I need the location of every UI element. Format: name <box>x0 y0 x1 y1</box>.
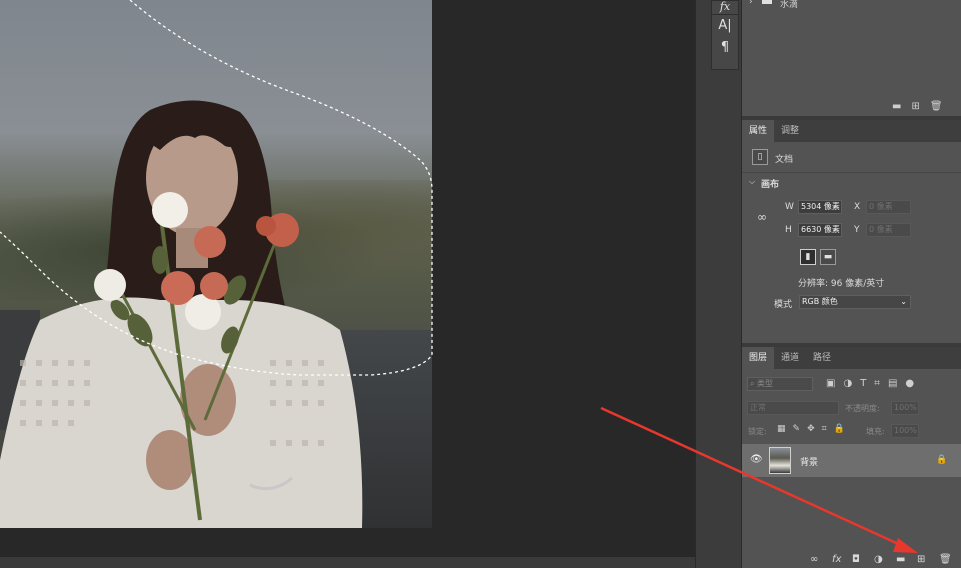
y-field[interactable]: 0 像素 <box>866 223 911 237</box>
lock-artboard-icon[interactable]: ⌗ <box>822 424 827 434</box>
document-image[interactable] <box>0 0 432 528</box>
layer-filter-icons: ▣ ◑ T ⌗ ▤ ● <box>826 378 914 389</box>
opacity-label: 不透明度: <box>845 404 880 413</box>
fill-field[interactable]: 100% <box>891 424 919 438</box>
adjustment-icon[interactable]: ◑ <box>874 554 883 565</box>
x-field[interactable]: 0 像素 <box>866 200 911 214</box>
opacity-field[interactable]: 100% <box>891 401 919 415</box>
canvas-section-title: 画布 <box>761 180 780 190</box>
mask-icon[interactable]: ◘ <box>852 554 860 565</box>
width-field[interactable]: 5304 像素 <box>798 200 842 214</box>
trash-icon[interactable]: 🗑 <box>930 101 943 112</box>
height-label: H <box>785 225 792 235</box>
tab-channels[interactable]: 通道 <box>774 347 806 369</box>
mode-value: RGB 颜色 <box>802 297 838 306</box>
lock-paint-icon[interactable]: ✎ <box>793 424 801 434</box>
pixel-filter-icon[interactable]: ▣ <box>826 378 835 389</box>
lock-move-icon[interactable]: ✥ <box>807 424 815 434</box>
smart-object-filter-icon[interactable]: ▤ <box>888 378 897 389</box>
tab-adjustments[interactable]: 调整 <box>774 120 806 142</box>
doc-label: 文档 <box>775 155 794 165</box>
chevron-down-icon: ⌄ <box>900 297 907 306</box>
layer-filter-select[interactable]: ⌕ 类型 <box>747 377 813 391</box>
folder-icon[interactable]: ▬ <box>892 101 901 112</box>
fill-label: 填充: <box>866 427 885 436</box>
lock-label: 锁定: <box>748 427 767 436</box>
layer-name[interactable]: 背景 <box>800 455 818 468</box>
filter-type-text: 类型 <box>757 379 774 388</box>
chevron-right-icon[interactable]: › <box>749 0 753 7</box>
tab-properties[interactable]: 属性 <box>742 120 775 142</box>
group-name: 水滴 <box>780 0 799 10</box>
layer-row[interactable]: 👁 背景 🔒 <box>742 444 961 477</box>
shape-filter-icon[interactable]: ⌗ <box>874 378 880 389</box>
search-icon: ⌕ <box>750 379 758 388</box>
panel-dock-strip <box>695 0 741 568</box>
adjustment-filter-icon[interactable]: ◑ <box>843 378 852 389</box>
tab-paths[interactable]: 路径 <box>806 347 838 369</box>
properties-tabs: 属性 调整 <box>742 120 961 142</box>
collapse-chevron-icon[interactable]: ⌵ <box>749 177 755 187</box>
character-panel-icon[interactable]: A| <box>712 15 738 37</box>
filter-toggle-icon[interactable]: ● <box>905 378 914 389</box>
mode-select[interactable]: RGB 颜色 ⌄ <box>799 295 911 309</box>
folder-icon <box>762 0 772 4</box>
lock-icons: ▦ ✎ ✥ ⌗ 🔒 <box>777 424 845 434</box>
group-folder-icon[interactable]: ▬ <box>896 554 905 565</box>
lock-all-icon[interactable]: 🔒 <box>834 424 845 434</box>
document-icon: ▯ <box>752 149 768 165</box>
lock-transparent-icon[interactable]: ▦ <box>777 424 786 434</box>
landscape-orientation-icon[interactable]: ▬ <box>820 249 836 265</box>
tab-layers[interactable]: 图层 <box>742 347 775 369</box>
fx-icon[interactable]: fx <box>712 1 738 15</box>
height-field[interactable]: 6630 像素 <box>798 223 842 237</box>
canvas-area[interactable] <box>0 0 695 568</box>
layer-group-row[interactable]: › 水滴 <box>742 0 961 10</box>
delete-icon[interactable]: 🗑 <box>939 554 952 565</box>
y-label: Y <box>854 225 860 235</box>
collapsed-panel-icons: fx A| ¶ <box>711 0 739 70</box>
status-bar <box>0 557 695 568</box>
layers-bottom-toolbar: ∞ fx ◘ ◑ ▬ ⊞ 🗑 <box>742 553 961 568</box>
link-icon[interactable]: ∞ <box>810 554 818 565</box>
new-layer-icon[interactable]: ⊞ <box>917 554 925 565</box>
lock-icon: 🔒 <box>936 455 948 465</box>
x-label: X <box>854 202 861 212</box>
layer-thumbnail <box>769 447 791 474</box>
paragraph-panel-icon[interactable]: ¶ <box>712 37 738 59</box>
photoshop-window: fx A| ¶ › 水滴 ▬ ⊞ 🗑 属性 调整 ▯ 文档 ⌵ 画布 ∞ W 5 <box>0 0 961 568</box>
mode-label: 模式 <box>774 300 793 310</box>
type-filter-icon[interactable]: T <box>860 378 866 389</box>
width-label: W <box>785 202 794 212</box>
new-icon[interactable]: ⊞ <box>911 101 919 112</box>
portrait-figure <box>0 100 363 528</box>
fx-icon[interactable]: fx <box>832 554 841 565</box>
resolution-text: 分辨率: 96 像素/英寸 <box>798 279 885 289</box>
visibility-eye-icon[interactable]: 👁 <box>750 454 763 465</box>
right-panel: › 水滴 ▬ ⊞ 🗑 属性 调整 ▯ 文档 ⌵ 画布 ∞ W 5304 像素 X… <box>741 0 961 568</box>
portrait-orientation-icon[interactable]: ▮ <box>800 249 816 265</box>
layers-tabs: 图层 通道 路径 <box>742 347 961 369</box>
blend-mode-select[interactable]: 正常 <box>747 401 839 415</box>
link-constrain-icon[interactable]: ∞ <box>757 210 767 224</box>
group-panel-toolbar: ▬ ⊞ 🗑 <box>892 101 943 112</box>
divider <box>742 172 961 173</box>
